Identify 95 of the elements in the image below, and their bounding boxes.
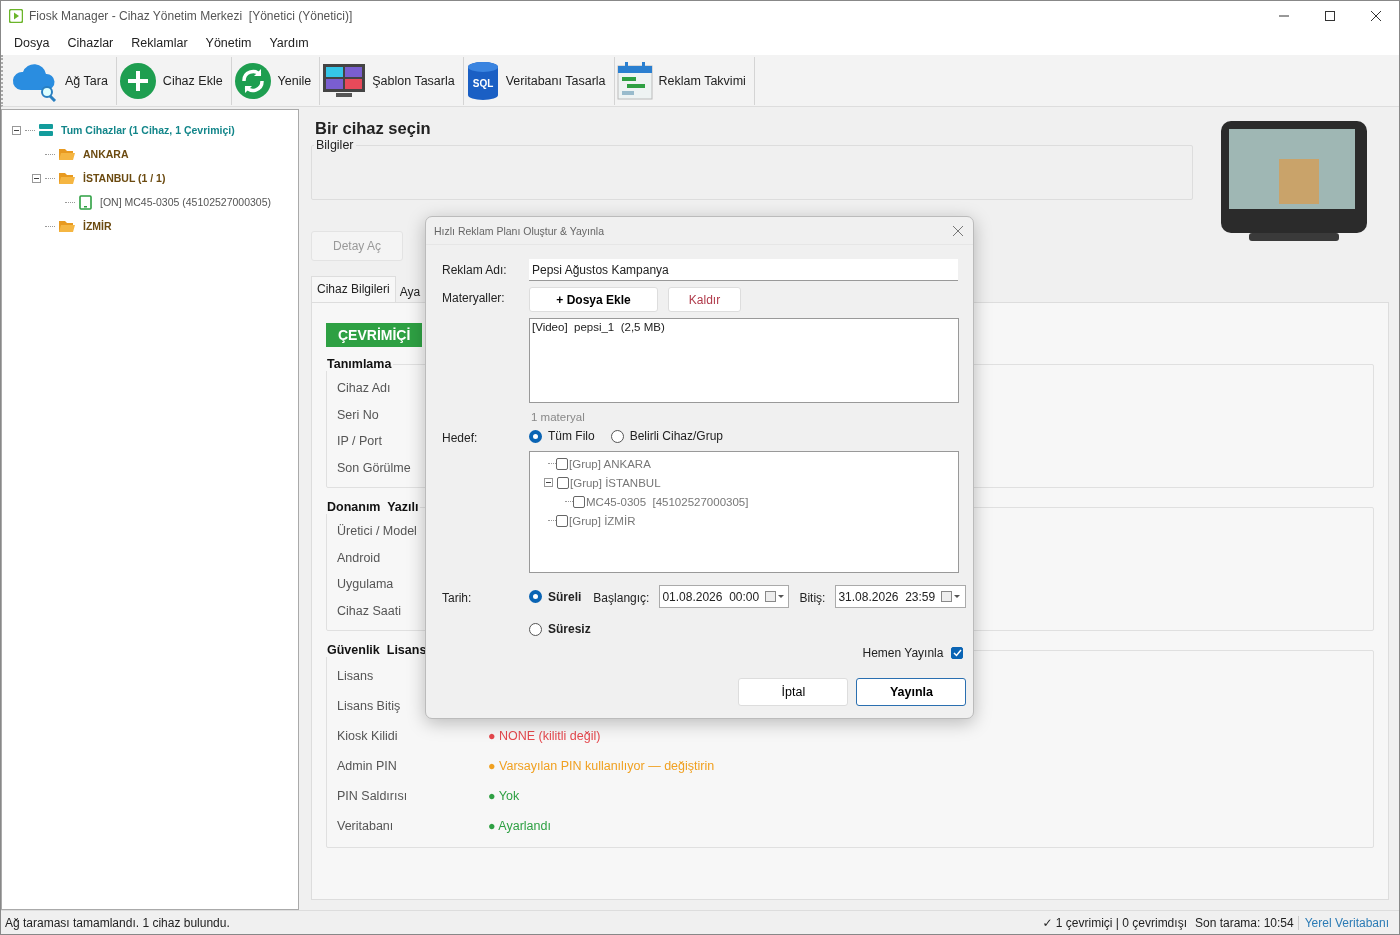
calendar-icon	[616, 61, 653, 100]
field-label: Android	[337, 550, 381, 565]
tab[interactable]: Aya	[395, 280, 422, 302]
toolbar-button[interactable]: SQL Veritabanı Tasarla	[463, 56, 615, 105]
panel-title: Bir cihaz seçin	[314, 119, 432, 138]
dialog-title: Hızlı Reklam Planı Oluştur & Yayınla	[434, 224, 604, 237]
form-label: Tarih:	[442, 590, 473, 605]
radio-option[interactable]: Süresiz	[529, 622, 967, 636]
name-field[interactable]: Pepsi Ağustos Kampanya	[529, 259, 958, 281]
tree-item[interactable]: [Grup] İSTANBUL	[570, 476, 661, 489]
form-label: Hedef:	[442, 430, 479, 445]
group-title: Bilgiler	[315, 138, 355, 152]
materials-count: 1 materyal	[530, 410, 586, 425]
tree-item[interactable]: Tum Cihazlar (1 Cihaz, 1 Çevrimiçi)	[57, 124, 235, 136]
menu-item[interactable]: Yönetim	[196, 33, 261, 53]
tree-item[interactable]: ANKARA	[79, 148, 129, 160]
toolbar-button[interactable]: Ağ Tara	[9, 56, 117, 105]
remove-button[interactable]: Kaldır	[668, 287, 741, 312]
tree-item[interactable]: [Grup] İZMİR	[569, 514, 636, 527]
radio-option[interactable]: Tüm Filo	[529, 429, 595, 443]
form-label: Materyaller:	[442, 290, 506, 305]
radio-option[interactable]: Süreli	[529, 589, 582, 604]
database-icon: SQL	[465, 60, 500, 101]
checkbox[interactable]	[556, 514, 568, 527]
checkbox[interactable]	[556, 457, 568, 470]
monitor-icon	[322, 62, 367, 99]
maximize-icon[interactable]	[1325, 11, 1335, 21]
field-label: Veritabanı	[337, 819, 394, 833]
field-label: Cihaz Adı	[337, 381, 391, 396]
calendar-dropdown-icon[interactable]	[765, 590, 786, 603]
field-label: PIN Saldırısı	[337, 789, 408, 803]
toolbar-button[interactable]: Şablon Tasarla	[320, 56, 464, 105]
refresh-icon	[233, 61, 272, 100]
calendar-dropdown-icon[interactable]	[941, 590, 962, 603]
tree-item[interactable]: [ON] MC45-0305 (45102527000305)	[96, 196, 272, 208]
folder-icon	[59, 148, 75, 160]
field-label: Lisans	[337, 669, 374, 683]
field-label: Üretici / Model	[337, 524, 417, 539]
collapse-icon[interactable]	[12, 125, 21, 135]
section-title: Tanımlama	[326, 357, 393, 371]
checkbox-label: Hemen Yayınla	[862, 646, 944, 660]
close-icon[interactable]	[1371, 11, 1381, 21]
menu-item[interactable]: Cihazlar	[58, 33, 123, 53]
field-label: Lisans Bitiş	[337, 699, 401, 713]
status-badge: ÇEVRİMİÇİ	[326, 323, 423, 347]
field-label: Son Görülme	[337, 460, 411, 475]
folder-icon	[59, 172, 75, 184]
menu-item[interactable]: Reklamlar	[122, 33, 197, 53]
dialog-button[interactable]: Yayınla	[856, 678, 967, 706]
checkbox[interactable]	[573, 495, 585, 508]
collapse-icon[interactable]	[544, 478, 553, 487]
field-label: Seri No	[337, 407, 379, 422]
menu-item[interactable]: Dosya	[5, 33, 59, 53]
database-status: Yerel Veritabanı	[1297, 915, 1395, 930]
collapse-icon[interactable]	[32, 173, 41, 183]
field-label: IP / Port	[337, 434, 382, 449]
tree-item[interactable]: [Grup] ANKARA	[569, 457, 651, 470]
window-title: Fiosk Manager - Cihaz Yönetim Merkezi [Yönetici (Yönetici)]	[29, 9, 353, 23]
field-label: Uygulama	[337, 577, 394, 592]
plus-icon	[118, 61, 157, 100]
toolbar-button[interactable]: Cihaz Ekle	[116, 56, 232, 105]
toolbar-button[interactable]: Yenile	[231, 56, 321, 105]
status-counts: ✓ 1 çevrimiçi | 0 çevrimdışı	[1042, 915, 1187, 930]
menu-item[interactable]: Yardım	[260, 33, 318, 53]
last-scan-time: Son tarama: 10:54	[1194, 915, 1294, 930]
field-value: ● Yok	[488, 789, 520, 803]
tree-item[interactable]: MC45-0305 [45102527000305]	[586, 495, 749, 508]
tree-item[interactable]: İZMİR	[79, 220, 112, 232]
field-value: ● Varsayılan PIN kullanılıyor — değiştirin	[488, 759, 715, 773]
add-file-button[interactable]: + Dosya Ekle	[529, 287, 658, 312]
section-title: Güvenlik Lisans	[326, 643, 428, 657]
form-label: Bitiş:	[799, 589, 826, 605]
field-label: Cihaz Saati	[337, 603, 401, 618]
dialog-button[interactable]: İptal	[738, 678, 849, 706]
field-label: Kiosk Kilidi	[337, 729, 398, 743]
checkbox[interactable]	[557, 476, 569, 489]
tab[interactable]: Cihaz Bilgileri	[311, 276, 396, 302]
tree-item[interactable]: İSTANBUL (1 / 1)	[79, 172, 166, 184]
section-title: Donanım Yazılı	[326, 500, 420, 514]
form-label: Reklam Adı:	[442, 262, 508, 277]
radio-option[interactable]: Belirli Cihaz/Grup	[610, 429, 724, 443]
field-value: ● Ayarlandı	[488, 819, 551, 833]
start-date-field[interactable]: 01.08.2026 00:00	[659, 585, 790, 608]
tablet-icon	[79, 194, 92, 210]
field-label: Admin PIN	[337, 759, 397, 773]
app-icon	[9, 9, 23, 23]
toolbar-button[interactable]: Reklam Takvimi	[614, 56, 755, 105]
form-label: Başlangıç:	[593, 589, 650, 605]
field-value: ● NONE (kilitli değil)	[488, 729, 601, 743]
checkbox[interactable]	[951, 647, 964, 659]
status-message: Ağ taraması tamamlandı. 1 cihaz bulundu.	[5, 915, 230, 930]
list-item[interactable]: [Video] pepsi_1 (2,5 MB)	[532, 321, 956, 333]
folder-icon	[59, 220, 75, 232]
server-icon	[39, 124, 53, 136]
end-date-field[interactable]: 31.08.2026 23:59	[835, 585, 967, 608]
